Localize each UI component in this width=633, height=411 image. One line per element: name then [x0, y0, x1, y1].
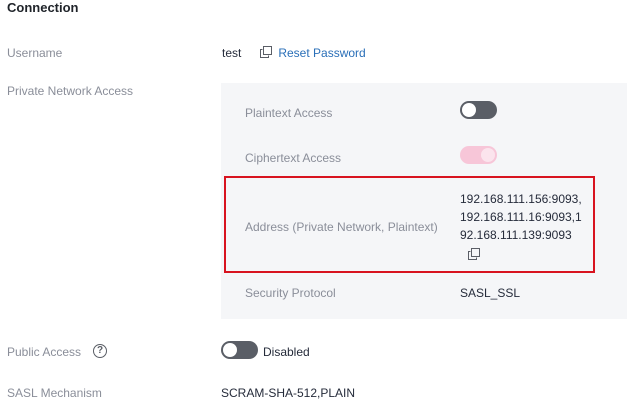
security-protocol-value: SASL_SSL	[460, 286, 521, 300]
ciphertext-access-label: Ciphertext Access	[245, 151, 342, 165]
public-access-label: Public Access	[7, 345, 82, 359]
sasl-mechanism-value: SCRAM-SHA-512,PLAIN	[221, 386, 356, 400]
plaintext-access-toggle[interactable]	[460, 101, 497, 119]
toggle-knob	[223, 343, 237, 357]
public-access-toggle[interactable]	[221, 341, 258, 359]
reset-password-label[interactable]: Reset Password	[278, 46, 365, 60]
username-value: test	[222, 46, 242, 60]
toggle-knob	[481, 148, 495, 162]
sasl-mechanism-label: SASL Mechanism	[7, 386, 102, 400]
address-value: 192.168.111.156:9093, 192.168.111.16:909…	[460, 190, 582, 244]
copy-icon	[260, 46, 272, 58]
ciphertext-access-toggle[interactable]	[460, 146, 497, 164]
reset-password-link[interactable]: Reset Password	[260, 46, 366, 60]
address-label: Address (Private Network, Plaintext)	[245, 220, 438, 234]
plaintext-access-label: Plaintext Access	[245, 106, 333, 120]
toggle-knob	[462, 103, 476, 117]
private-network-label: Private Network Access	[7, 84, 134, 98]
section-title: Connection	[7, 0, 79, 15]
address-line: 192.168.111.16:9093,1	[460, 210, 582, 224]
address-line: 192.168.111.156:9093,	[460, 192, 582, 206]
security-protocol-label: Security Protocol	[245, 286, 336, 300]
public-access-status: Disabled	[263, 345, 310, 359]
help-icon[interactable]: ?	[93, 344, 107, 358]
address-line: 92.168.111.139:9093	[460, 228, 572, 242]
copy-address-icon[interactable]	[468, 248, 480, 260]
username-label: Username	[7, 46, 63, 60]
connection-section: Connection Username test Reset Password …	[0, 0, 633, 411]
